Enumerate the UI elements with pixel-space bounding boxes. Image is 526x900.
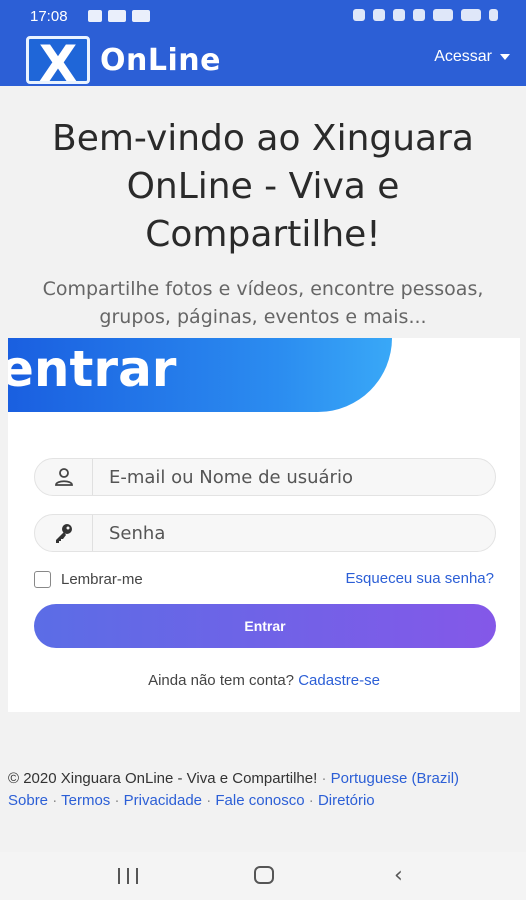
- footer-link-termos[interactable]: Termos: [61, 792, 110, 809]
- footer: © 2020 Xinguara OnLine - Viva e Comparti…: [8, 768, 508, 812]
- footer-link-fale-conosco[interactable]: Fale conosco: [215, 792, 304, 809]
- caret-down-icon: [500, 54, 510, 60]
- remember-me-label: Lembrar-me: [61, 571, 143, 588]
- welcome-subtitle-line: grupos, páginas, eventos e mais...: [99, 306, 427, 328]
- welcome-title-line: Bem-vindo ao Xinguara: [52, 118, 474, 159]
- copyright-text: © 2020 Xinguara OnLine - Viva e Comparti…: [8, 770, 318, 787]
- user-icon: [35, 459, 93, 495]
- system-navigation-bar: ‹: [0, 852, 526, 900]
- footer-separator: ·: [321, 770, 327, 787]
- notification-icons: [88, 10, 150, 22]
- recent-apps-icon[interactable]: [118, 868, 138, 884]
- signup-link[interactable]: Cadastre-se: [298, 672, 380, 689]
- remember-me-checkbox[interactable]: [34, 571, 51, 588]
- battery-icon: [489, 9, 498, 21]
- logo-x-glyph: X: [38, 36, 78, 84]
- welcome-subtitle-line: Compartilhe fotos e vídeos, encontre pes…: [42, 278, 484, 300]
- welcome-section: Bem-vindo ao Xinguara OnLine - Viva e Co…: [0, 115, 526, 331]
- welcome-title-line: OnLine - Viva e: [126, 166, 400, 207]
- key-icon: [35, 515, 93, 551]
- top-navbar: X OnLine Acessar: [0, 34, 526, 86]
- language-link[interactable]: Portuguese (Brazil): [331, 770, 459, 787]
- app-notification-icon: [132, 10, 150, 22]
- footer-separator: ·: [114, 792, 120, 809]
- acessar-dropdown[interactable]: Acessar: [434, 48, 510, 66]
- login-banner-title: entrar: [8, 340, 177, 398]
- forgot-password-link[interactable]: Esqueceu sua senha?: [346, 570, 494, 587]
- footer-link-privacidade[interactable]: Privacidade: [124, 792, 202, 809]
- gallery-notification-icon: [88, 10, 102, 22]
- location-icon: [393, 9, 405, 21]
- back-icon[interactable]: ‹: [394, 863, 403, 888]
- password-field[interactable]: [34, 514, 496, 552]
- remember-me[interactable]: Lembrar-me: [34, 571, 143, 588]
- signup-prompt: Ainda não tem conta? Cadastre-se: [8, 672, 520, 689]
- status-time: 17:08: [30, 8, 68, 25]
- mute-icon: [373, 9, 385, 21]
- footer-separator: ·: [52, 792, 58, 809]
- status-bar: 17:08: [0, 0, 526, 34]
- logo-mark: X: [26, 36, 90, 84]
- login-card: entrar Lembrar-me Esqueceu sua senha? En…: [8, 338, 520, 712]
- username-input[interactable]: [93, 466, 495, 488]
- footer-link-diretorio[interactable]: Diretório: [318, 792, 375, 809]
- footer-separator: ·: [308, 792, 314, 809]
- password-input[interactable]: [93, 522, 495, 544]
- signal-icon: [461, 9, 481, 21]
- signup-prompt-text: Ainda não tem conta?: [148, 672, 295, 689]
- welcome-title: Bem-vindo ao Xinguara OnLine - Viva e Co…: [0, 115, 526, 259]
- app-notification-icon: [108, 10, 126, 22]
- system-icons: [353, 9, 498, 21]
- welcome-subtitle: Compartilhe fotos e vídeos, encontre pes…: [0, 275, 526, 331]
- logo-text: OnLine: [100, 42, 221, 78]
- wifi-icon: [413, 9, 425, 21]
- footer-separator: ·: [206, 792, 212, 809]
- home-icon[interactable]: [254, 866, 274, 884]
- login-banner: entrar: [8, 338, 392, 412]
- username-field[interactable]: [34, 458, 496, 496]
- acessar-label: Acessar: [434, 48, 492, 65]
- footer-link-sobre[interactable]: Sobre: [8, 792, 48, 809]
- signal-icon: [433, 9, 453, 21]
- welcome-title-line: Compartilhe!: [145, 214, 381, 255]
- alarm-icon: [353, 9, 365, 21]
- site-logo[interactable]: X OnLine: [26, 36, 221, 84]
- login-button[interactable]: Entrar: [34, 604, 496, 648]
